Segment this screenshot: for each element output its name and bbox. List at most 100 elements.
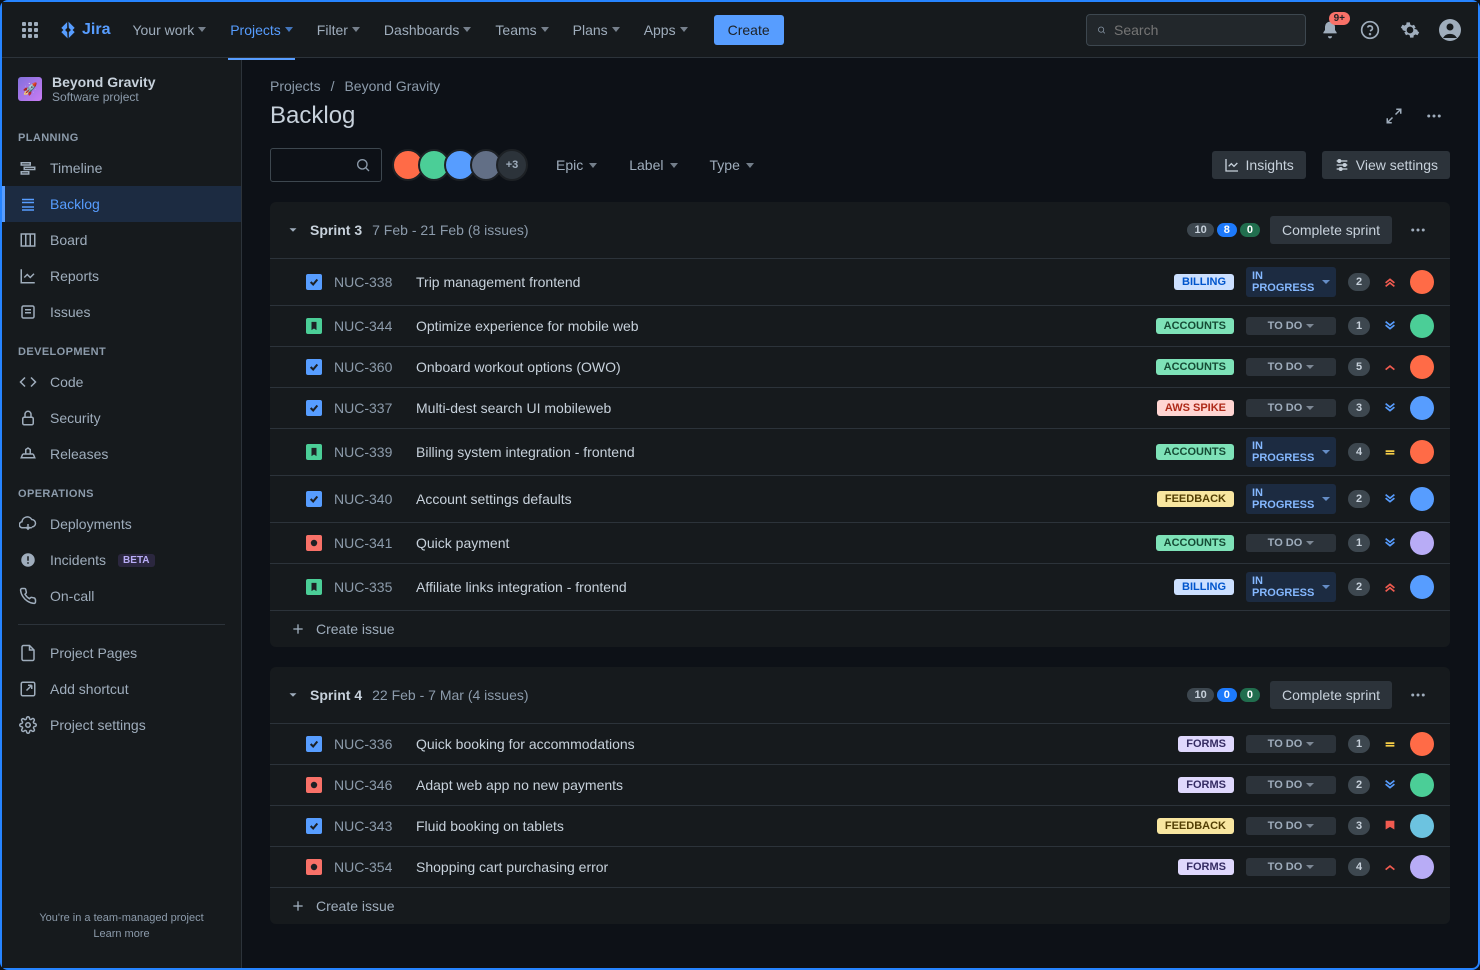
sidebar-item-releases[interactable]: Releases [2, 436, 241, 472]
epic-badge[interactable]: FORMS [1178, 736, 1234, 752]
issue-row[interactable]: NUC-338 Trip management frontend BILLING… [270, 258, 1450, 305]
assignee-avatar[interactable] [1410, 531, 1434, 555]
profile-icon[interactable] [1434, 14, 1466, 46]
issue-key[interactable]: NUC-338 [334, 274, 404, 290]
jira-logo[interactable]: Jira [58, 20, 110, 40]
issue-row[interactable]: NUC-339 Billing system integration - fro… [270, 428, 1450, 475]
sidebar-item-issues[interactable]: Issues [2, 294, 241, 330]
sidebar-item-backlog[interactable]: Backlog [2, 186, 241, 222]
issue-key[interactable]: NUC-341 [334, 535, 404, 551]
complete-sprint-button[interactable]: Complete sprint [1270, 681, 1392, 709]
sidebar-item-security[interactable]: Security [2, 400, 241, 436]
issue-row[interactable]: NUC-346 Adapt web app no new payments FO… [270, 764, 1450, 805]
epic-badge[interactable]: ACCOUNTS [1156, 444, 1234, 460]
assignee-avatar[interactable] [1410, 440, 1434, 464]
sprint-more-icon[interactable] [1402, 679, 1434, 711]
issue-row[interactable]: NUC-354 Shopping cart purchasing error F… [270, 846, 1450, 887]
assignee-avatar[interactable] [1410, 575, 1434, 599]
sidebar-item-add-shortcut[interactable]: Add shortcut [2, 671, 241, 707]
assignee-avatar[interactable] [1410, 855, 1434, 879]
assignee-avatar[interactable] [1410, 270, 1434, 294]
status-dropdown[interactable]: TO DO [1246, 776, 1336, 794]
sidebar-item-on-call[interactable]: On-call [2, 578, 241, 614]
status-dropdown[interactable]: TO DO [1246, 399, 1336, 417]
issue-key[interactable]: NUC-336 [334, 736, 404, 752]
issue-row[interactable]: NUC-343 Fluid booking on tablets FEEDBAC… [270, 805, 1450, 846]
issue-key[interactable]: NUC-344 [334, 318, 404, 334]
status-dropdown[interactable]: IN PROGRESS [1246, 437, 1336, 467]
issue-key[interactable]: NUC-343 [334, 818, 404, 834]
nav-your-work[interactable]: Your work [122, 14, 216, 46]
assignee-avatar[interactable] [1410, 773, 1434, 797]
epic-badge[interactable]: BILLING [1174, 579, 1234, 595]
issue-key[interactable]: NUC-337 [334, 400, 404, 416]
epic-badge[interactable]: FORMS [1178, 777, 1234, 793]
help-icon[interactable] [1354, 14, 1386, 46]
filter-epic[interactable]: Epic [552, 151, 601, 179]
sidebar-item-board[interactable]: Board [2, 222, 241, 258]
issue-title[interactable]: Multi-dest search UI mobileweb [416, 400, 1145, 416]
epic-badge[interactable]: BILLING [1174, 274, 1234, 290]
issue-title[interactable]: Affiliate links integration - frontend [416, 579, 1162, 595]
search-input[interactable] [1086, 14, 1306, 46]
collapse-icon[interactable] [286, 688, 300, 702]
assignee-avatar[interactable] [1410, 355, 1434, 379]
issue-row[interactable]: NUC-335 Affiliate links integration - fr… [270, 563, 1450, 610]
status-dropdown[interactable]: IN PROGRESS [1246, 572, 1336, 602]
notifications-icon[interactable]: 9+ [1314, 14, 1346, 46]
assignee-avatar[interactable] [1410, 396, 1434, 420]
project-header[interactable]: 🚀 Beyond Gravity Software project [2, 74, 241, 116]
issue-key[interactable]: NUC-339 [334, 444, 404, 460]
issue-row[interactable]: NUC-344 Optimize experience for mobile w… [270, 305, 1450, 346]
status-dropdown[interactable]: TO DO [1246, 534, 1336, 552]
issue-title[interactable]: Fluid booking on tablets [416, 818, 1145, 834]
insights-button[interactable]: Insights [1212, 151, 1306, 179]
complete-sprint-button[interactable]: Complete sprint [1270, 216, 1392, 244]
collapse-icon[interactable] [286, 223, 300, 237]
fullscreen-icon[interactable] [1378, 100, 1410, 132]
more-icon[interactable] [1418, 100, 1450, 132]
epic-badge[interactable]: FEEDBACK [1157, 818, 1234, 834]
issue-title[interactable]: Onboard workout options (OWO) [416, 359, 1144, 375]
issue-row[interactable]: NUC-337 Multi-dest search UI mobileweb A… [270, 387, 1450, 428]
epic-badge[interactable]: ACCOUNTS [1156, 318, 1234, 334]
status-dropdown[interactable]: IN PROGRESS [1246, 267, 1336, 297]
issue-key[interactable]: NUC-360 [334, 359, 404, 375]
nav-apps[interactable]: Apps [634, 14, 698, 46]
issue-key[interactable]: NUC-354 [334, 859, 404, 875]
nav-filter[interactable]: Filter [307, 14, 370, 46]
issue-title[interactable]: Quick payment [416, 535, 1144, 551]
issue-title[interactable]: Adapt web app no new payments [416, 777, 1166, 793]
sidebar-item-reports[interactable]: Reports [2, 258, 241, 294]
status-dropdown[interactable]: TO DO [1246, 817, 1336, 835]
assignee-avatar[interactable] [1410, 314, 1434, 338]
nav-plans[interactable]: Plans [563, 14, 630, 46]
filter-search[interactable] [270, 148, 382, 182]
issue-row[interactable]: NUC-341 Quick payment ACCOUNTS TO DO 1 [270, 522, 1450, 563]
issue-key[interactable]: NUC-340 [334, 491, 404, 507]
issue-key[interactable]: NUC-346 [334, 777, 404, 793]
epic-badge[interactable]: FEEDBACK [1157, 491, 1234, 507]
issue-title[interactable]: Account settings defaults [416, 491, 1145, 507]
create-issue-button[interactable]: Create issue [270, 610, 1450, 647]
nav-projects[interactable]: Projects [220, 14, 303, 46]
create-issue-button[interactable]: Create issue [270, 887, 1450, 924]
status-dropdown[interactable]: IN PROGRESS [1246, 484, 1336, 514]
nav-dashboards[interactable]: Dashboards [374, 14, 482, 46]
sidebar-item-timeline[interactable]: Timeline [2, 150, 241, 186]
view-settings-button[interactable]: View settings [1322, 151, 1450, 179]
settings-icon[interactable] [1394, 14, 1426, 46]
assignee-avatar[interactable] [1410, 732, 1434, 756]
epic-badge[interactable]: ACCOUNTS [1156, 359, 1234, 375]
sidebar-item-incidents[interactable]: IncidentsBETA [2, 542, 241, 578]
issue-key[interactable]: NUC-335 [334, 579, 404, 595]
status-dropdown[interactable]: TO DO [1246, 735, 1336, 753]
filter-label[interactable]: Label [625, 151, 681, 179]
issue-title[interactable]: Trip management frontend [416, 274, 1162, 290]
sprint-more-icon[interactable] [1402, 214, 1434, 246]
issue-title[interactable]: Optimize experience for mobile web [416, 318, 1144, 334]
sidebar-item-deployments[interactable]: Deployments [2, 506, 241, 542]
sidebar-item-project-pages[interactable]: Project Pages [2, 635, 241, 671]
issue-row[interactable]: NUC-360 Onboard workout options (OWO) AC… [270, 346, 1450, 387]
issue-title[interactable]: Shopping cart purchasing error [416, 859, 1166, 875]
